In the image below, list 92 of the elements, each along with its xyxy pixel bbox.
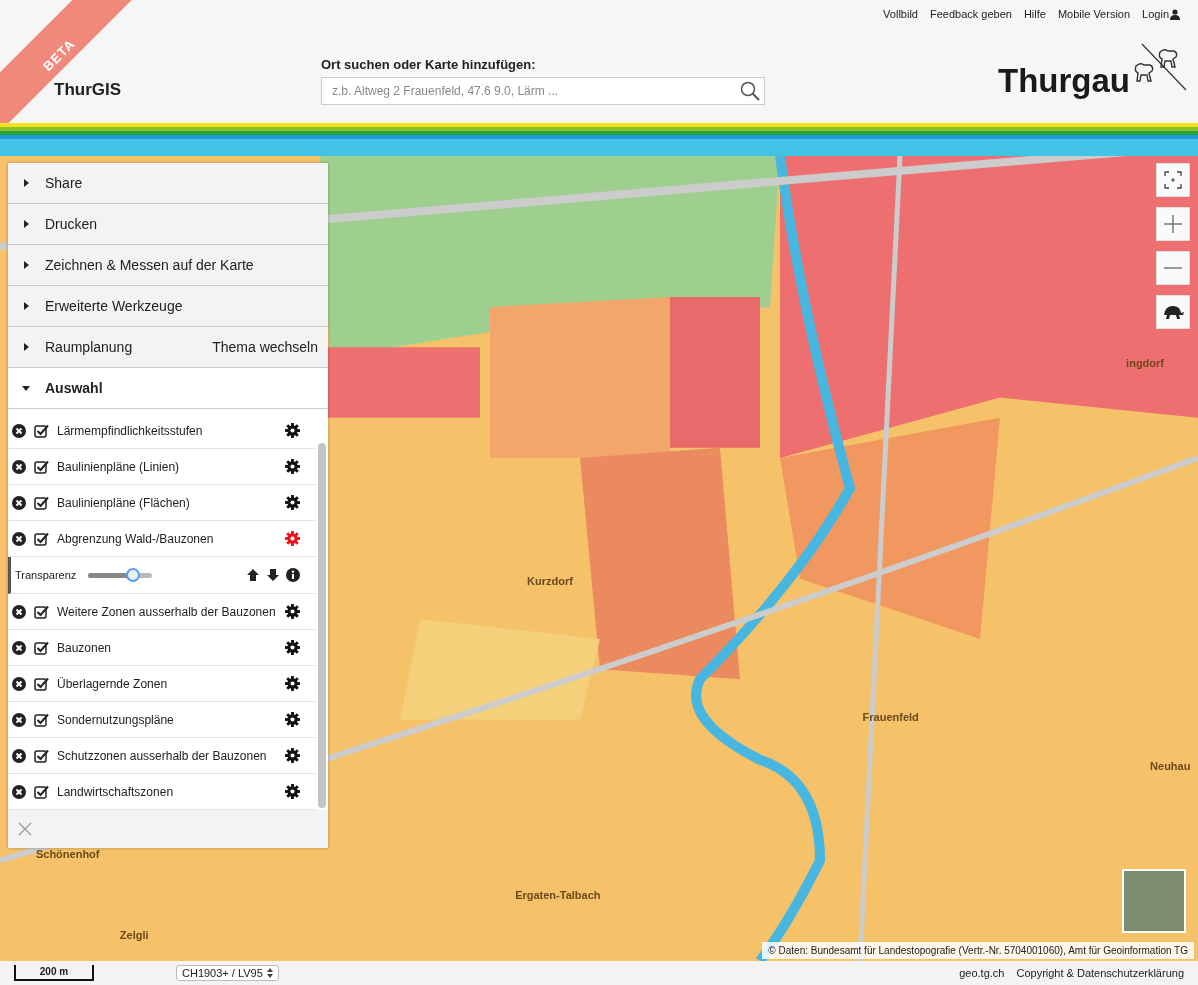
app-title: ThurGIS xyxy=(54,80,122,100)
checkbox[interactable] xyxy=(34,604,49,619)
remove-icon[interactable] xyxy=(12,459,26,474)
settings-icon[interactable] xyxy=(285,676,300,691)
place-label: Zelgli xyxy=(119,928,149,941)
zoom-out-button[interactable] xyxy=(1156,251,1190,285)
caret-right-icon xyxy=(22,302,30,310)
checkbox[interactable] xyxy=(34,712,49,727)
caret-right-icon xyxy=(22,261,30,269)
tortoise-button[interactable] xyxy=(1156,295,1190,329)
menu-item[interactable]: Drucken xyxy=(8,204,328,245)
place-label: Kurzdorf xyxy=(527,574,573,587)
header-link[interactable]: Mobile Version xyxy=(1057,8,1131,20)
user-icon xyxy=(1170,8,1180,20)
settings-icon[interactable] xyxy=(285,423,300,438)
layer-name: Überlagernde Zonen xyxy=(57,676,169,691)
caret-right-icon xyxy=(22,220,30,228)
remove-icon[interactable] xyxy=(12,640,26,655)
remove-icon[interactable] xyxy=(12,423,26,438)
checkbox[interactable] xyxy=(34,531,49,546)
checkbox[interactable] xyxy=(34,748,49,763)
minus-icon xyxy=(1163,266,1183,270)
menu-item[interactable]: Share xyxy=(8,163,328,204)
layer-name: Bauzonen xyxy=(57,640,113,655)
arrow-up-icon[interactable] xyxy=(246,568,260,582)
fullscreen-icon xyxy=(1164,171,1182,189)
updown-arrows-icon xyxy=(266,968,273,978)
aerial-photo-placeholder[interactable] xyxy=(1122,869,1186,933)
header-link[interactable]: Hilfe xyxy=(1023,8,1046,20)
settings-icon[interactable] xyxy=(285,604,300,619)
menu-item[interactable]: Auswahl xyxy=(8,368,328,409)
layer-name: Schutzzonen ausserhalb der Bauzonen xyxy=(57,748,268,763)
transparency-label: Transparenz xyxy=(15,569,77,581)
menu-item[interactable]: Raumplanung Thema wechseln xyxy=(8,327,328,368)
checkbox[interactable] xyxy=(34,784,49,799)
settings-icon[interactable] xyxy=(285,495,300,510)
place-label: Schönenhof xyxy=(35,848,100,861)
header-link[interactable]: Vollbild xyxy=(883,8,918,20)
zoom-in-button[interactable] xyxy=(1156,207,1190,241)
remove-icon[interactable] xyxy=(12,676,26,691)
caret-right-icon xyxy=(22,343,30,351)
place-label: Ergaten-Talbach xyxy=(515,888,601,901)
footer-link[interactable]: geo.tg.ch xyxy=(959,967,1005,979)
remove-icon[interactable] xyxy=(12,531,26,546)
close-icon[interactable] xyxy=(18,822,32,836)
remove-icon[interactable] xyxy=(12,748,26,763)
scrollbar[interactable] xyxy=(318,443,326,808)
info-icon[interactable] xyxy=(286,568,300,582)
search-field[interactable]: z.b. Altweg 2 Frauenfeld, 47.6 9.0, Lärm ... xyxy=(321,77,765,105)
settings-icon[interactable] xyxy=(285,640,300,655)
remove-icon[interactable] xyxy=(12,784,26,799)
place-label: ingdorf xyxy=(1126,357,1164,370)
plus-icon xyxy=(1163,214,1183,234)
settings-icon[interactable] xyxy=(285,748,300,763)
checkbox[interactable] xyxy=(34,459,49,474)
header-link[interactable]: Feedback geben xyxy=(929,8,1012,20)
logo-text: Thurgau xyxy=(998,62,1130,100)
settings-icon[interactable] xyxy=(285,712,300,727)
footer-link[interactable]: Copyright & Datenschutzerklärung xyxy=(1016,967,1184,979)
settings-icon[interactable] xyxy=(285,459,300,474)
scale-bar: 200 m xyxy=(14,965,94,981)
attribution-text: © Daten: Bundesamt für Landestopografie (Vertr.-Nr. 5704001060), Amt für Geoinformation TG xyxy=(762,942,1194,959)
header-link[interactable]: Login xyxy=(1142,8,1180,20)
search-icon[interactable] xyxy=(740,81,760,101)
checkbox[interactable] xyxy=(34,495,49,510)
theme-link[interactable]: Thema wechseln xyxy=(212,339,318,355)
checkbox[interactable] xyxy=(34,423,49,438)
fullscreen-button[interactable] xyxy=(1156,163,1190,197)
caret-right-icon xyxy=(22,179,30,187)
checkbox[interactable] xyxy=(34,676,49,691)
projection-select[interactable]: CH1903+ / LV95 xyxy=(176,965,279,981)
layer-name: Sondernutzungspläne xyxy=(57,712,175,727)
menu-item[interactable]: Erweiterte Werkzeuge xyxy=(8,286,328,327)
place-label: Neuhau xyxy=(1150,759,1191,772)
remove-icon[interactable] xyxy=(12,712,26,727)
caret-down-icon xyxy=(22,384,30,392)
layer-name: Baulinienpläne (Flächen) xyxy=(57,495,191,510)
slider-thumb[interactable] xyxy=(126,568,141,582)
remove-icon[interactable] xyxy=(12,495,26,510)
arrow-down-icon[interactable] xyxy=(266,568,280,582)
transparency-slider[interactable] xyxy=(88,568,153,582)
layer-name: Weitere Zonen ausserhalb der Bauzonen xyxy=(57,604,277,619)
layer-name: Landwirtschaftszonen xyxy=(57,784,175,799)
menu-item[interactable]: Zeichnen & Messen auf der Karte xyxy=(8,245,328,286)
tortoise-icon xyxy=(1161,304,1185,320)
settings-icon[interactable] xyxy=(285,784,300,799)
checkbox[interactable] xyxy=(34,640,49,655)
layer-name: Abgrenzung Wald-/Bauzonen xyxy=(57,531,215,546)
layer-name: Baulinienpläne (Linien) xyxy=(57,459,181,474)
remove-icon[interactable] xyxy=(12,604,26,619)
search-label: Ort suchen oder Karte hinzufügen: xyxy=(321,57,537,72)
layer-name: Lärmempfindlichkeitsstufen xyxy=(57,423,204,438)
